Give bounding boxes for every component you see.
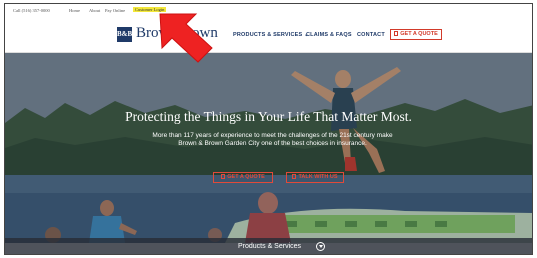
red-arrow-annotation xyxy=(159,13,213,63)
